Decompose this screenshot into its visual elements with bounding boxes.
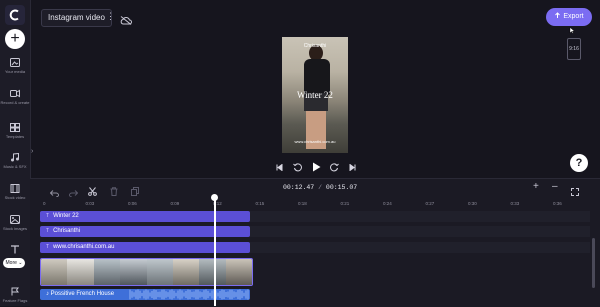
sidebar-item-feature-flags[interactable]: Feature Flags <box>0 287 30 303</box>
delete-icon[interactable] <box>110 183 118 201</box>
sidebar-item-your-media[interactable]: Your media <box>0 58 30 74</box>
ruler-tick: 0:27 <box>425 201 435 206</box>
sidebar-item-label: Templates <box>5 134 25 139</box>
text-track-icon: T <box>46 213 50 219</box>
sidebar-item-label: Stock video <box>4 195 26 200</box>
film-thumbnail <box>172 259 200 285</box>
skip-end-icon[interactable] <box>349 163 356 171</box>
sidebar-item-record[interactable]: Record & create <box>0 89 30 105</box>
scissors-icon[interactable] <box>88 183 97 201</box>
film-thumbnail <box>199 259 226 285</box>
text-track-clip[interactable]: Twww.chrisanthi.com.au <box>40 242 250 253</box>
text-track-clip[interactable]: T Winter 22 <box>40 211 250 222</box>
film-icon <box>10 184 20 193</box>
export-label: Export <box>563 13 584 20</box>
time-separator: / <box>314 184 326 191</box>
text-track-icon: T <box>46 244 50 250</box>
music-icon <box>11 153 19 162</box>
ruler-tick: 0:30 <box>468 201 477 206</box>
undo-icon[interactable] <box>49 184 59 202</box>
rewind-icon[interactable] <box>292 162 302 172</box>
cloud-off-icon[interactable] <box>120 12 132 30</box>
sidebar-item-label: Your media <box>4 69 26 74</box>
video-preview[interactable]: Chrisanthi Winter 22 www.chrisanthi.com.… <box>282 37 348 153</box>
skip-start-icon[interactable] <box>276 163 283 171</box>
timeline-scrollbar[interactable] <box>592 238 595 288</box>
duplicate-icon[interactable] <box>131 183 139 201</box>
sidebar-item-text[interactable] <box>0 245 30 254</box>
track-label: Winter 22 <box>53 213 79 219</box>
sidebar-item-stock-video[interactable]: Stock video <box>0 184 30 200</box>
zoom-in-icon[interactable]: + <box>533 181 539 192</box>
film-thumbnail <box>93 259 121 285</box>
film-thumbnail <box>41 259 68 285</box>
more-options-icon[interactable]: ⋮ <box>106 11 115 22</box>
sidebar-item-label: Feature Flags <box>2 298 28 303</box>
text-track-clip[interactable]: T Chrisanthi <box>40 226 250 237</box>
playhead[interactable] <box>214 196 216 306</box>
ruler-tick: 0:03 <box>85 201 95 206</box>
image-icon <box>10 215 20 224</box>
ruler-tick: 0:24 <box>383 201 392 206</box>
preview-title-text: Winter 22 <box>297 90 333 100</box>
add-button[interactable]: + <box>5 29 25 49</box>
film-thumbnail <box>225 259 252 285</box>
logo-icon <box>9 9 19 21</box>
preview-url-text: www.chrisanthi.com.au <box>294 139 336 144</box>
current-time: 00:12.47 <box>283 184 315 191</box>
ruler-tick: 0:09 <box>170 201 180 206</box>
aspect-ratio-button[interactable]: 9:16 <box>567 38 581 60</box>
flag-icon <box>11 287 19 296</box>
audio-track-label: ♪ Possitive French House <box>46 291 115 297</box>
collapse-panel-icon[interactable]: › <box>31 148 37 160</box>
cursor-icon <box>569 21 575 39</box>
text-track-icon: T <box>46 228 50 234</box>
playback-controls <box>276 160 356 174</box>
sidebar-item-label: Stock images <box>2 226 27 231</box>
play-icon[interactable] <box>312 162 321 172</box>
total-time: 00:15.07 <box>325 184 358 191</box>
ruler-tick: 0:06 <box>128 201 137 206</box>
film-thumbnail <box>120 259 147 285</box>
media-icon <box>10 58 20 67</box>
ruler-tick: 0:36 <box>553 201 562 206</box>
preview-name-text: Chrisanthi <box>303 43 327 49</box>
app-logo[interactable] <box>5 5 25 25</box>
track-label: www.chrisanthi.com.au <box>53 244 115 250</box>
export-icon <box>555 12 561 18</box>
sidebar-item-label: Music & SFX <box>3 164 27 169</box>
sidebar-item-music[interactable]: Music & SFX <box>0 153 30 169</box>
music-note-icon: ♪ <box>46 291 49 297</box>
templates-icon <box>10 123 20 132</box>
sidebar-item-stock-images[interactable]: Stock images <box>0 215 30 231</box>
playhead-handle[interactable] <box>211 194 218 201</box>
redo-icon[interactable] <box>69 184 79 202</box>
project-title-field[interactable]: Instagram video <box>41 9 112 27</box>
sidebar-item-label: Record & create <box>0 100 30 105</box>
help-button[interactable]: ? <box>570 154 588 172</box>
video-track-clip[interactable] <box>40 258 253 286</box>
track-label: Chrisanthi <box>53 228 81 234</box>
film-thumbnail <box>146 259 173 285</box>
film-thumbnail <box>67 259 94 285</box>
ruler-tick: 0:15 <box>255 201 265 206</box>
forward-icon[interactable] <box>330 162 340 172</box>
text-icon <box>11 245 19 254</box>
timecode: 00:12.47 / 00:15.07 <box>283 184 357 191</box>
audio-track-clip[interactable]: ♪ Possitive French House <box>40 289 250 300</box>
ruler-tick: 0:18 <box>298 201 307 206</box>
more-button[interactable]: More ⌄ <box>3 258 25 268</box>
ruler-tick: 0:33 <box>510 201 520 206</box>
ruler-tick: 0 <box>43 201 46 206</box>
zoom-out-icon[interactable]: – <box>552 181 558 192</box>
ruler-tick: 0:21 <box>340 201 350 206</box>
sidebar-item-templates[interactable]: Templates <box>0 123 30 139</box>
record-icon <box>10 89 20 98</box>
fit-timeline-icon[interactable] <box>571 183 579 201</box>
